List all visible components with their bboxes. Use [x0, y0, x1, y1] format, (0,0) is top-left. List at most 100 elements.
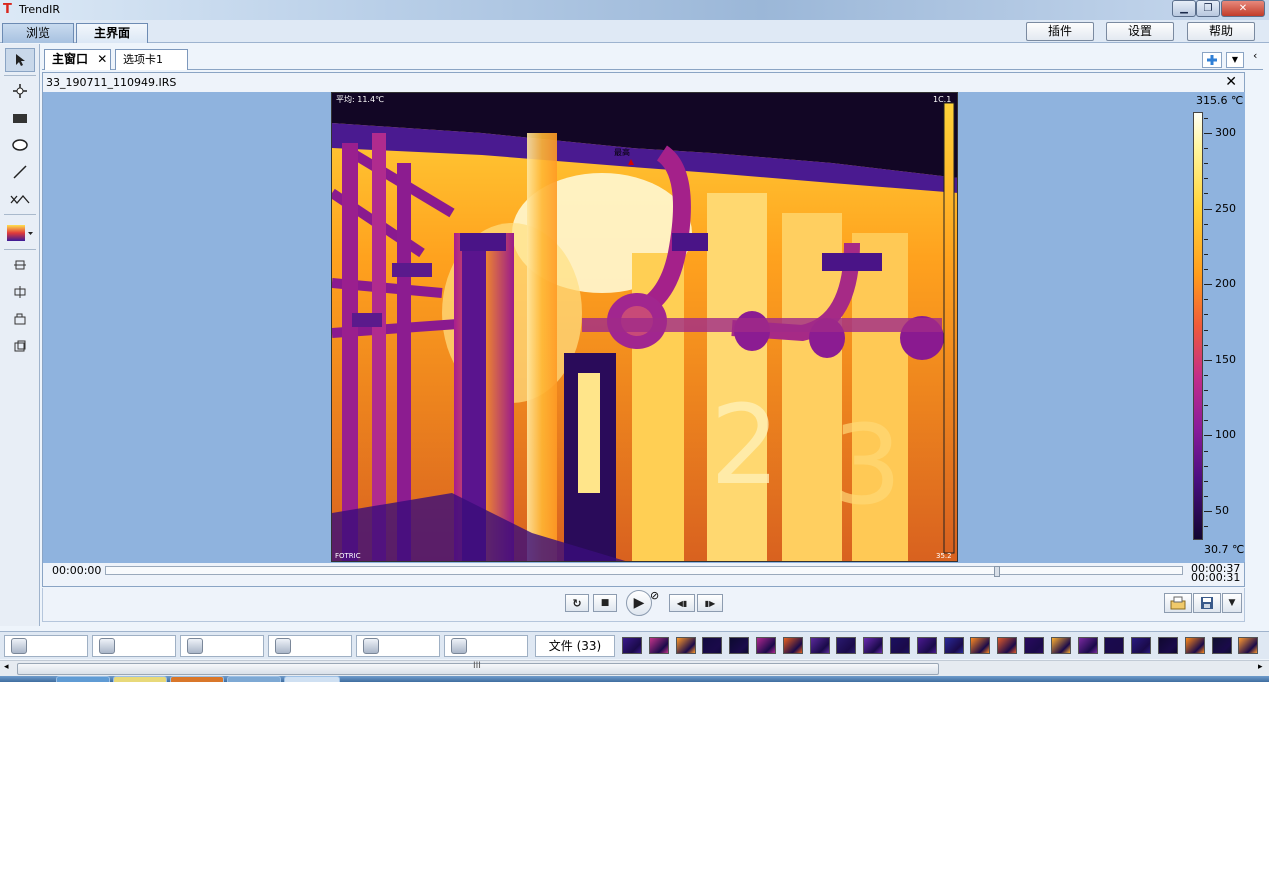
- polyline-icon[interactable]: [5, 187, 35, 211]
- add-tab-icon[interactable]: [1202, 52, 1222, 68]
- thermal-image[interactable]: 2 3 平均: 11.4℃ 1C.1 FOTRIC 35.2 最高: [331, 92, 958, 562]
- taskbar-item[interactable]: [56, 676, 110, 682]
- scrollbar-thumb[interactable]: III: [17, 661, 939, 675]
- file-thumbnail[interactable]: [1077, 637, 1098, 654]
- close-viewer-icon[interactable]: ✕: [1225, 73, 1237, 92]
- camera-icon: [451, 638, 467, 654]
- palette-icon[interactable]: [5, 221, 35, 245]
- align-left-icon[interactable]: [5, 307, 35, 331]
- file-thumbnail[interactable]: [943, 637, 964, 654]
- scale-tick: [1204, 344, 1208, 346]
- file-thumbnail[interactable]: [1158, 637, 1178, 654]
- max-temp-marker-label: 最高: [614, 147, 630, 157]
- previous-frame-button[interactable]: ◀▮: [669, 594, 695, 612]
- close-window-button[interactable]: ✕: [1221, 0, 1265, 17]
- file-count[interactable]: 文件 (33): [535, 635, 615, 657]
- scale-tick: [1204, 208, 1212, 210]
- file-thumbnail[interactable]: [890, 637, 910, 654]
- camera-slot-3[interactable]: [180, 635, 264, 657]
- file-thumbnail[interactable]: [809, 637, 830, 654]
- timeline-current-time: 00:00:31: [1191, 571, 1241, 584]
- tab-main-window[interactable]: 主窗口 ✕: [44, 49, 111, 70]
- align-top-icon[interactable]: [5, 253, 35, 277]
- file-thumbnail[interactable]: [1050, 637, 1071, 654]
- tab-main[interactable]: 主界面: [76, 23, 148, 43]
- file-thumbnail[interactable]: [1238, 637, 1259, 654]
- restore-button[interactable]: ❐: [1196, 0, 1220, 17]
- scroll-right-icon[interactable]: ▸: [1258, 662, 1263, 672]
- tab-menu-dropdown-icon[interactable]: ▼: [1226, 52, 1244, 68]
- app-logo-icon: T: [3, 2, 12, 17]
- save-icon[interactable]: [1193, 593, 1221, 613]
- file-thumbnail[interactable]: [648, 637, 669, 654]
- camera-slot-2[interactable]: [92, 635, 176, 657]
- overlay-bottom-right: 35.2: [936, 552, 952, 560]
- ellipse-icon[interactable]: [5, 133, 35, 157]
- camera-slot-1[interactable]: [4, 635, 88, 657]
- timeline-track[interactable]: [105, 566, 1183, 577]
- file-thumbnail[interactable]: [1211, 637, 1232, 654]
- scale-tick: [1204, 450, 1208, 452]
- camera-icon: [11, 638, 27, 654]
- timeline-thumb[interactable]: [994, 566, 1001, 577]
- scale-tick: [1204, 117, 1208, 119]
- taskbar-item[interactable]: [170, 676, 224, 682]
- file-thumbnail[interactable]: [622, 637, 642, 654]
- scale-max-label: 315.6 ℃: [1196, 94, 1244, 107]
- file-thumbnail[interactable]: [970, 637, 991, 654]
- file-thumbnail[interactable]: [997, 637, 1018, 654]
- file-thumbnail[interactable]: [1104, 637, 1125, 654]
- replay-button[interactable]: ↻: [565, 594, 589, 612]
- file-name: 33_190711_110949.IRS ✕: [43, 73, 1244, 92]
- scale-tick: [1204, 299, 1208, 301]
- help-button[interactable]: 帮助: [1187, 22, 1255, 41]
- file-strip: 文件 (33): [0, 631, 1269, 659]
- point-icon[interactable]: [5, 79, 35, 103]
- taskbar-item[interactable]: [284, 676, 340, 682]
- stop-button[interactable]: ■: [593, 594, 617, 612]
- file-thumbnail[interactable]: [782, 637, 803, 654]
- save-options-dropdown-icon[interactable]: ▼: [1222, 593, 1242, 613]
- svg-text:2: 2: [710, 381, 780, 509]
- file-thumbnail[interactable]: [1024, 637, 1044, 654]
- file-thumbnail[interactable]: [729, 637, 750, 654]
- file-thumbnail[interactable]: [756, 637, 776, 654]
- close-tab-icon[interactable]: ✕: [97, 52, 107, 66]
- align-middle-icon[interactable]: [5, 280, 35, 304]
- side-panel-collapse-icon[interactable]: ‹: [1253, 49, 1261, 69]
- file-thumbnail[interactable]: [916, 637, 937, 654]
- scale-tick: [1204, 178, 1208, 180]
- file-thumbnail[interactable]: [1184, 637, 1205, 654]
- file-thumbnail[interactable]: [1131, 637, 1152, 654]
- line-icon[interactable]: [5, 160, 35, 184]
- camera-slot-6[interactable]: [444, 635, 528, 657]
- camera-icon: [187, 638, 203, 654]
- scale-tick: [1204, 329, 1208, 331]
- align-right-icon[interactable]: [5, 334, 35, 358]
- file-thumbnail[interactable]: [675, 637, 696, 654]
- file-thumbnail[interactable]: [702, 637, 723, 654]
- horizontal-scrollbar[interactable]: ◂ III ▸: [0, 660, 1269, 676]
- taskbar-item[interactable]: [113, 676, 167, 682]
- tab-browse[interactable]: 浏览: [2, 23, 74, 43]
- rectangle-icon[interactable]: [5, 106, 35, 130]
- scale-tick: [1204, 511, 1212, 512]
- tab-main-window-label: 主窗口: [52, 52, 89, 66]
- plugin-button[interactable]: 插件: [1026, 22, 1094, 41]
- scale-tick-label: 100: [1215, 428, 1236, 442]
- pointer-icon[interactable]: [5, 48, 35, 72]
- main-tab-bar: 浏览 主界面 插件 设置 帮助: [0, 20, 1269, 43]
- camera-slot-4[interactable]: [268, 635, 352, 657]
- file-thumbnail[interactable]: [836, 637, 857, 654]
- scroll-left-icon[interactable]: ◂: [4, 662, 9, 672]
- taskbar-item[interactable]: [227, 676, 281, 682]
- next-frame-button[interactable]: ▮▶: [697, 594, 723, 612]
- snapshot-icon[interactable]: [1164, 593, 1192, 613]
- tab-option-1[interactable]: 选项卡1: [115, 49, 188, 70]
- settings-button[interactable]: 设置: [1106, 22, 1174, 41]
- camera-slot-5[interactable]: [356, 635, 440, 657]
- play-button[interactable]: ▶: [626, 590, 652, 616]
- loop-icon[interactable]: ⊘: [650, 589, 659, 602]
- minimize-button[interactable]: ▁: [1172, 0, 1196, 17]
- file-thumbnail[interactable]: [863, 637, 884, 654]
